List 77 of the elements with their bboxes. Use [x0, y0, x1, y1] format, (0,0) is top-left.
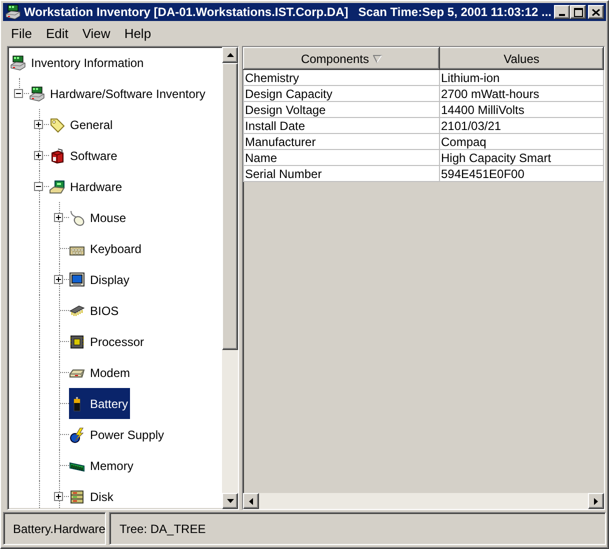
plus-icon [35, 121, 42, 128]
table-cell: Install Date [244, 118, 440, 134]
close-button[interactable] [588, 5, 604, 19]
tree-item[interactable]: Memory [69, 450, 136, 481]
table-cell: Manufacturer [244, 134, 440, 150]
tree-item[interactable]: Disk [69, 481, 116, 509]
scroll-down-button[interactable] [222, 493, 238, 509]
status-text: Battery.Hardware [3, 512, 106, 545]
plus-icon [55, 493, 62, 500]
plus-icon [35, 152, 42, 159]
tree-item[interactable]: Power Supply [69, 419, 166, 450]
table-cell: Design Capacity [244, 86, 440, 102]
tag-icon [49, 116, 65, 132]
menu-item[interactable]: Help [117, 24, 158, 42]
expand-toggle[interactable] [34, 120, 43, 129]
table-cell: 2101/03/21 [440, 118, 604, 134]
table-cell: 14400 MilliVolts [440, 102, 604, 118]
scrollbar-thumb[interactable] [222, 63, 238, 350]
tree-item[interactable]: Inventory Information [10, 47, 146, 78]
maximize-button[interactable] [570, 5, 586, 19]
tree-item[interactable]: Software [49, 140, 120, 171]
expand-toggle[interactable] [54, 492, 63, 501]
table-cell: 2700 mWatt-hours [440, 86, 604, 102]
table-cell: 594E451E0F00 [440, 166, 604, 182]
sort-icon [373, 54, 382, 63]
plus-icon [55, 276, 62, 283]
package-icon [49, 148, 65, 164]
disk-icon [69, 488, 85, 504]
mouse-icon [69, 210, 85, 226]
minus-icon [35, 183, 42, 190]
column-header[interactable]: Components [244, 48, 440, 70]
table-cell: Design Voltage [244, 102, 440, 118]
app-icon [5, 4, 21, 20]
table-cell: Name [244, 150, 440, 166]
computer-icon [29, 86, 45, 102]
menu-item[interactable]: View [75, 24, 118, 42]
left-arrow-icon [249, 498, 253, 504]
tree-item[interactable]: Processor [69, 326, 146, 357]
scroll-left-button[interactable] [243, 493, 259, 509]
tree-item[interactable]: Hardware [49, 171, 124, 202]
collapse-toggle[interactable] [14, 89, 23, 98]
menu-item[interactable]: Edit [38, 24, 76, 42]
table-cell: Chemistry [244, 70, 440, 86]
expand-toggle[interactable] [34, 151, 43, 160]
table-cell: Compaq [440, 134, 604, 150]
close-icon [592, 8, 600, 16]
right-arrow-icon [594, 498, 598, 504]
scroll-up-button[interactable] [222, 47, 238, 63]
window-title: Workstation Inventory [DA-01.Workstations.IST.Corp.DA] Scan Time:Sep 5, 2001 11:03:12 ... [24, 5, 551, 19]
processor-icon [69, 334, 85, 350]
chip-icon [69, 302, 85, 318]
computer-icon [10, 54, 26, 70]
up-arrow-icon [226, 53, 234, 57]
minus-icon [15, 90, 22, 97]
table-cell: High Capacity Smart [440, 150, 604, 166]
column-header[interactable]: Values [440, 48, 604, 70]
tree-item[interactable]: Hardware/Software Inventory [29, 78, 208, 109]
tree-item[interactable]: Display [69, 264, 132, 295]
plus-icon [55, 214, 62, 221]
table-cell: Lithium-ion [440, 70, 604, 86]
tree-item[interactable]: Keyboard [69, 233, 144, 264]
tree-item[interactable]: BIOS [69, 295, 121, 326]
scroll-right-button[interactable] [588, 493, 604, 509]
tree-item[interactable]: Modem [69, 357, 132, 388]
down-arrow-icon [226, 499, 234, 503]
minimize-button[interactable] [554, 5, 570, 19]
menu-item[interactable]: File [4, 24, 39, 42]
tree-item[interactable]: General [49, 109, 115, 140]
tree-item[interactable]: Battery [69, 388, 130, 419]
expand-toggle[interactable] [54, 213, 63, 222]
collapse-toggle[interactable] [34, 182, 43, 191]
tree-item[interactable]: Mouse [69, 202, 128, 233]
table-cell: Serial Number [244, 166, 440, 182]
expand-toggle[interactable] [54, 275, 63, 284]
lightning-icon [69, 426, 85, 442]
maximize-icon [574, 8, 582, 16]
board-icon [49, 178, 65, 194]
